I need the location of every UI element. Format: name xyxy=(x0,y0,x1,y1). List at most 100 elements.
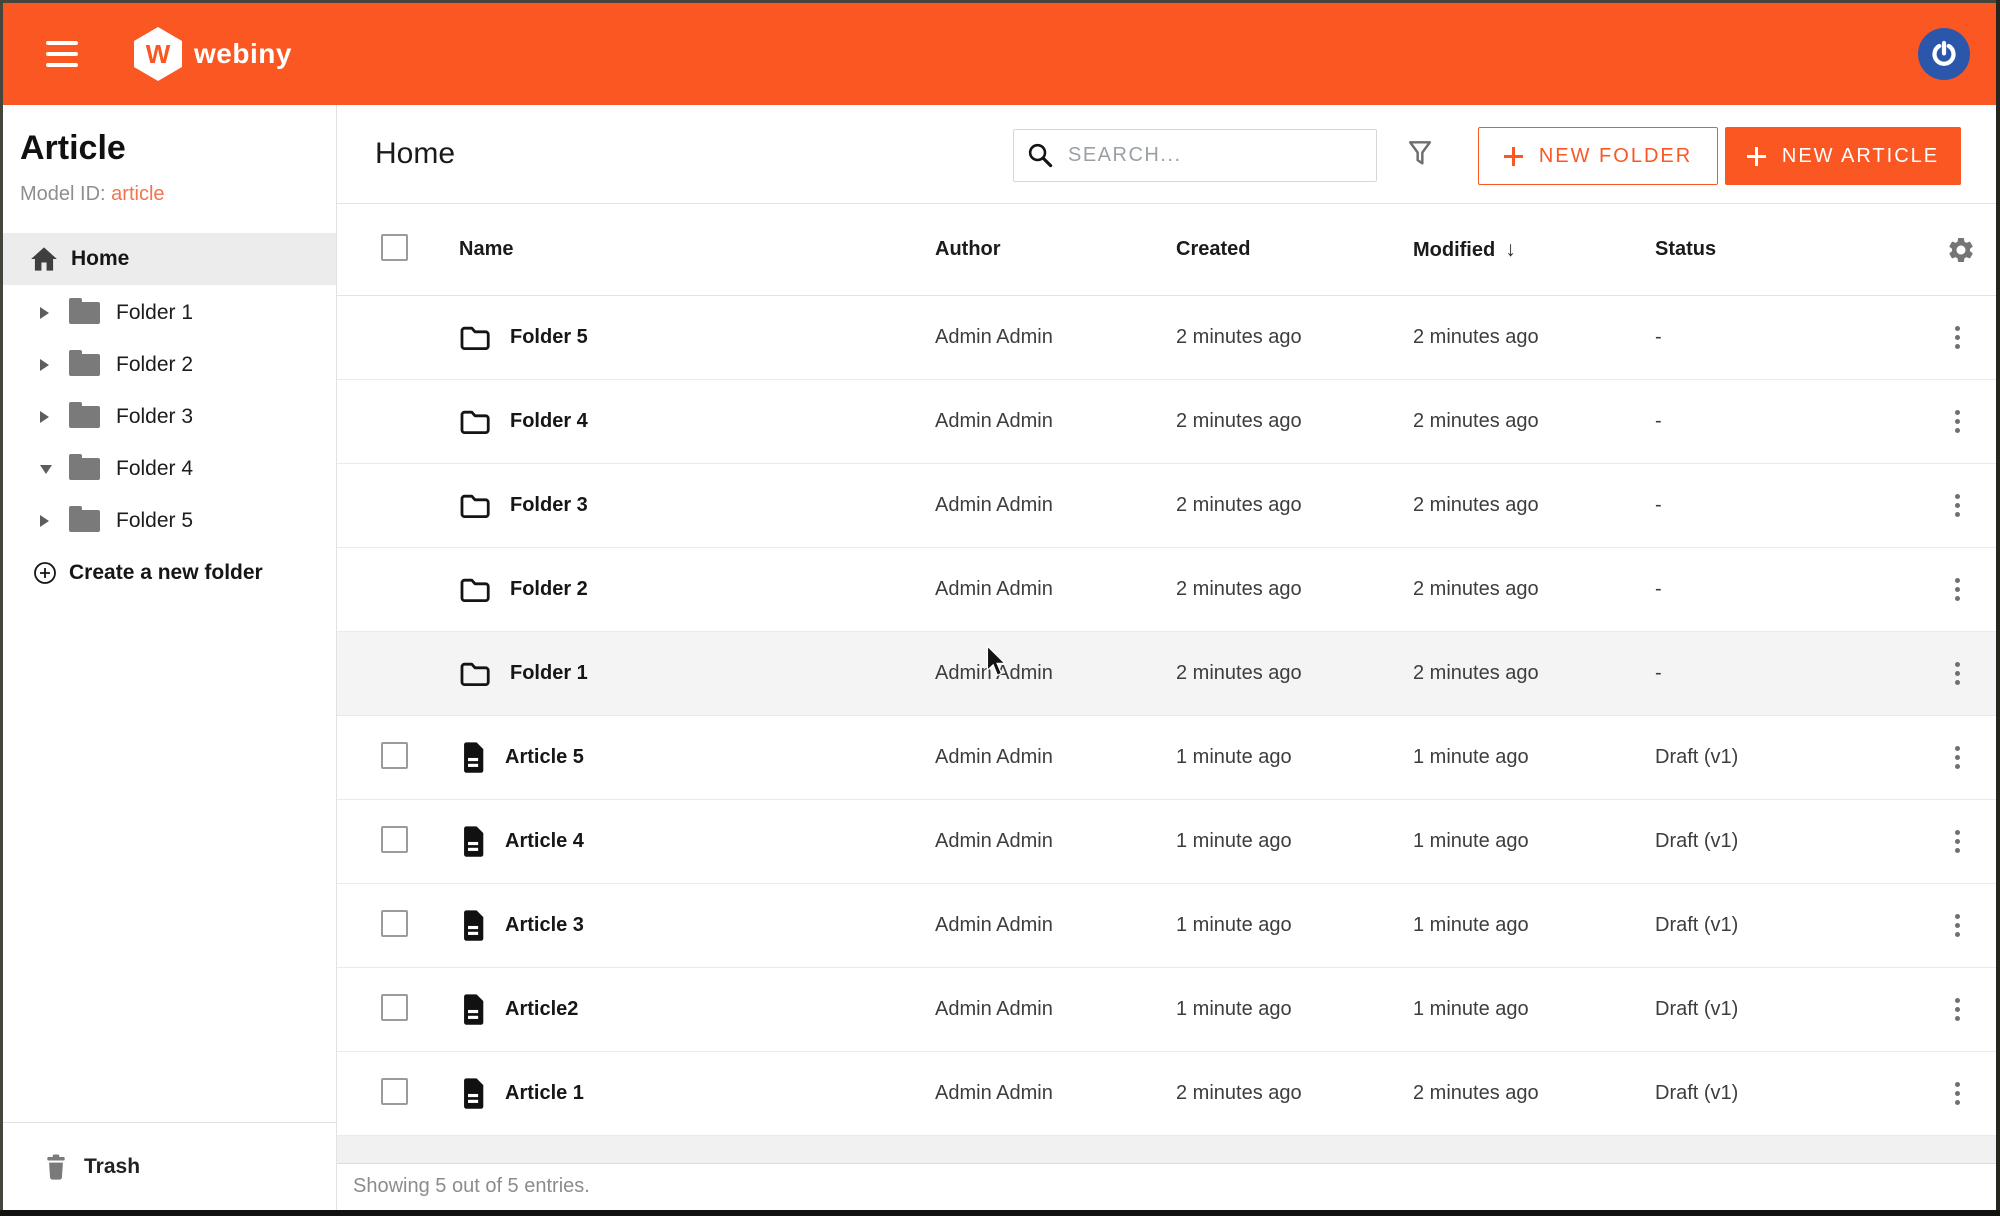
folder-icon xyxy=(459,661,491,687)
row-checkbox[interactable] xyxy=(381,742,408,769)
row-name: Folder 3 xyxy=(510,494,588,517)
trash-icon xyxy=(45,1154,67,1180)
chevron-down-icon[interactable] xyxy=(40,465,54,474)
table-row-folder[interactable]: Folder 4Admin Admin2 minutes ago2 minute… xyxy=(337,380,1996,464)
row-modified: 2 minutes ago xyxy=(1413,1082,1655,1105)
row-created: 2 minutes ago xyxy=(1176,1082,1413,1105)
table-row-folder[interactable]: Folder 2Admin Admin2 minutes ago2 minute… xyxy=(337,548,1996,632)
main-content: Home NEW FOLDER NEW ARTICLE xyxy=(337,105,1996,1210)
row-author: Admin Admin xyxy=(935,578,1176,601)
sidebar-item-folder[interactable]: Folder 2 xyxy=(3,339,336,391)
row-name: Article 3 xyxy=(505,914,584,937)
row-author: Admin Admin xyxy=(935,662,1176,685)
row-modified: 1 minute ago xyxy=(1413,998,1655,1021)
row-actions-menu-button[interactable] xyxy=(1942,402,1972,442)
sort-desc-icon: ↓ xyxy=(1505,238,1516,261)
page-title: Home xyxy=(375,137,455,171)
kebab-icon xyxy=(1955,419,1960,424)
webiny-hexagon-icon: W xyxy=(134,27,182,81)
row-author: Admin Admin xyxy=(935,326,1176,349)
row-author: Admin Admin xyxy=(935,830,1176,853)
user-avatar-button[interactable] xyxy=(1918,28,1970,80)
table-row-article[interactable]: Article 1Admin Admin2 minutes ago2 minut… xyxy=(337,1052,1996,1136)
row-status: - xyxy=(1655,410,1938,433)
select-all-checkbox[interactable] xyxy=(381,234,408,261)
table-row-folder[interactable]: Folder 5Admin Admin2 minutes ago2 minute… xyxy=(337,296,1996,380)
row-status: Draft (v1) xyxy=(1655,830,1938,853)
kebab-icon xyxy=(1955,839,1960,844)
column-header-author[interactable]: Author xyxy=(935,238,1176,261)
row-actions-menu-button[interactable] xyxy=(1942,906,1972,946)
chevron-right-icon[interactable] xyxy=(40,359,54,371)
row-actions-menu-button[interactable] xyxy=(1942,822,1972,862)
table-row-article[interactable]: Article 3Admin Admin1 minute ago1 minute… xyxy=(337,884,1996,968)
table-row-article[interactable]: Article 4Admin Admin1 minute ago1 minute… xyxy=(337,800,1996,884)
sidebar-item-folder[interactable]: Folder 1 xyxy=(3,287,336,339)
row-actions-menu-button[interactable] xyxy=(1942,570,1972,610)
table-row-folder[interactable]: Folder 1Admin Admin2 minutes ago2 minute… xyxy=(337,632,1996,716)
folder-tree: Folder 1 Folder 2 Folder 3Folder 4 Folder 5 xyxy=(3,287,336,547)
gear-icon xyxy=(1946,235,1976,265)
row-author: Admin Admin xyxy=(935,998,1176,1021)
new-folder-button[interactable]: NEW FOLDER xyxy=(1478,127,1718,185)
row-actions-menu-button[interactable] xyxy=(1942,318,1972,358)
sidebar-item-home[interactable]: Home xyxy=(3,233,336,285)
filter-button[interactable] xyxy=(1405,138,1435,173)
row-checkbox[interactable] xyxy=(381,994,408,1021)
row-actions-menu-button[interactable] xyxy=(1942,990,1972,1030)
document-icon xyxy=(459,909,486,942)
table-settings-button[interactable] xyxy=(1946,235,1976,265)
row-created: 1 minute ago xyxy=(1176,746,1413,769)
sidebar-item-folder[interactable]: Folder 5 xyxy=(3,495,336,547)
plus-icon xyxy=(1504,147,1523,166)
chevron-right-icon[interactable] xyxy=(40,307,54,319)
row-actions-menu-button[interactable] xyxy=(1942,486,1972,526)
row-status: - xyxy=(1655,494,1938,517)
create-folder-button[interactable]: Create a new folder xyxy=(3,547,336,599)
column-header-modified[interactable]: Modified↓ xyxy=(1413,238,1655,262)
chevron-right-icon[interactable] xyxy=(40,515,54,527)
row-name: Article 1 xyxy=(505,1082,584,1105)
sidebar-item-label: Home xyxy=(71,247,129,271)
row-created: 2 minutes ago xyxy=(1176,410,1413,433)
table-footer: Showing 5 out of 5 entries. xyxy=(337,1163,1996,1209)
row-checkbox[interactable] xyxy=(381,1078,408,1105)
folder-label: Folder 2 xyxy=(116,353,193,377)
app-window: W webiny Article Model ID: article Home … xyxy=(0,0,2000,1216)
hamburger-icon xyxy=(46,41,78,45)
table-row-article[interactable]: Article 5Admin Admin1 minute ago1 minute… xyxy=(337,716,1996,800)
row-author: Admin Admin xyxy=(935,410,1176,433)
trash-label: Trash xyxy=(84,1155,140,1179)
table-row-article[interactable]: Article2Admin Admin1 minute ago1 minute … xyxy=(337,968,1996,1052)
row-status: Draft (v1) xyxy=(1655,1082,1938,1105)
sidebar-item-folder[interactable]: Folder 4 xyxy=(3,443,336,495)
row-created: 2 minutes ago xyxy=(1176,326,1413,349)
table-header: Name Author Created Modified↓ Status xyxy=(337,204,1996,296)
row-name: Article 5 xyxy=(505,746,584,769)
sidebar-item-folder[interactable]: Folder 3 xyxy=(3,391,336,443)
chevron-right-icon[interactable] xyxy=(40,411,54,423)
table-row-folder[interactable]: Folder 3Admin Admin2 minutes ago2 minute… xyxy=(337,464,1996,548)
column-header-status[interactable]: Status xyxy=(1655,238,1938,261)
hamburger-menu-button[interactable] xyxy=(46,40,78,68)
search-input[interactable] xyxy=(1054,130,1376,181)
row-checkbox[interactable] xyxy=(381,826,408,853)
row-modified: 2 minutes ago xyxy=(1413,662,1655,685)
row-actions-menu-button[interactable] xyxy=(1942,1074,1972,1114)
sidebar: Article Model ID: article Home Folder 1F… xyxy=(3,105,337,1210)
row-checkbox[interactable] xyxy=(381,910,408,937)
column-header-name[interactable]: Name xyxy=(459,238,935,261)
row-status: - xyxy=(1655,578,1938,601)
row-created: 1 minute ago xyxy=(1176,914,1413,937)
trash-button[interactable]: Trash xyxy=(3,1122,336,1210)
folder-label: Folder 5 xyxy=(116,509,193,533)
new-article-button[interactable]: NEW ARTICLE xyxy=(1725,127,1961,185)
column-header-created[interactable]: Created xyxy=(1176,238,1413,261)
document-icon xyxy=(459,825,486,858)
row-actions-menu-button[interactable] xyxy=(1942,738,1972,778)
row-modified: 2 minutes ago xyxy=(1413,326,1655,349)
row-actions-menu-button[interactable] xyxy=(1942,654,1972,694)
folder-icon xyxy=(69,302,100,324)
row-status: Draft (v1) xyxy=(1655,914,1938,937)
content-header: Home NEW FOLDER NEW ARTICLE xyxy=(337,105,1996,204)
